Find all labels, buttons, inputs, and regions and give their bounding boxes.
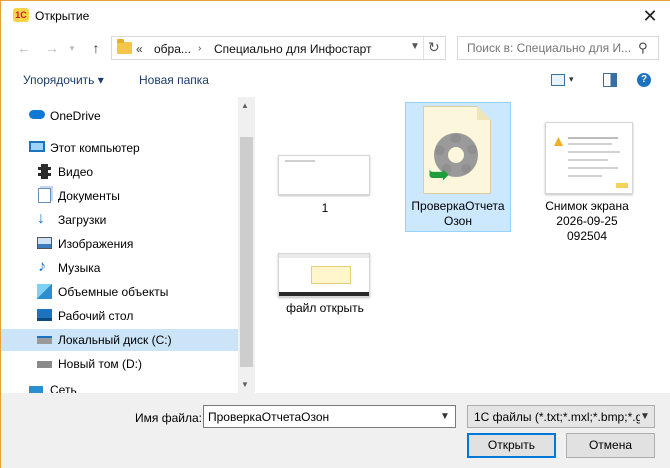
preview-pane-icon[interactable] (603, 73, 617, 87)
sidebar-item-network[interactable]: Сеть (1, 383, 238, 393)
chevron-down-icon[interactable]: ▼ (640, 411, 654, 422)
downloads-icon: ↓ (37, 210, 45, 227)
pictures-icon (37, 237, 52, 249)
search-box[interactable]: ⚲ (457, 36, 659, 60)
file-name: ПроверкаОтчета (411, 199, 505, 213)
title-bar: 1С Открытие ✕ (1, 1, 670, 31)
documents-icon (38, 188, 51, 203)
file-name: файл открыть (286, 301, 364, 315)
new-folder-button[interactable]: Новая папка (139, 73, 209, 87)
sidebar-item-drive-d[interactable]: Новый том (D:) (1, 353, 238, 375)
folder-icon (117, 39, 132, 54)
file-name: 1 (321, 201, 329, 215)
breadcrumb-part-1[interactable]: обра... (154, 42, 191, 56)
view-dropdown-icon[interactable]: ▾ (569, 74, 574, 85)
file-item[interactable]: файл открыть (275, 251, 375, 321)
dialog-footer: Имя файла: ПроверкаОтчетаОзон ▼ 1С файлы… (1, 393, 670, 468)
network-icon (29, 386, 43, 393)
file-item[interactable]: Снимок экрана 2026-09-25 092504 (535, 121, 639, 251)
file-type-1c-icon: ➥ (423, 106, 491, 194)
close-icon[interactable]: ✕ (633, 5, 667, 27)
file-item-selected[interactable]: ➥ ПроверкаОтчета Озон (405, 102, 511, 232)
scroll-down-icon[interactable]: ▼ (241, 380, 249, 389)
file-thumbnail (278, 155, 370, 195)
breadcrumb-part-2[interactable]: Специально для Инфостарт (214, 42, 372, 56)
file-name: Озон (443, 214, 472, 228)
desktop-icon (37, 309, 52, 321)
address-bar[interactable]: « обра... › Специально для Инфостарт ▼ ↻ (111, 36, 446, 60)
sidebar-item-3d-objects[interactable]: Объемные объекты (1, 281, 238, 303)
sidebar-item-desktop[interactable]: Рабочий стол (1, 305, 238, 327)
shortcut-arrow-icon: ➥ (428, 159, 450, 189)
file-name: 2026-09-25 (556, 214, 618, 228)
file-thumbnail (545, 122, 633, 194)
navigation-bar: ← → ▾ ↑ « обра... › Специально для Инфос… (1, 31, 670, 65)
window-title: Открытие (35, 9, 90, 23)
forward-arrow-icon[interactable]: → (41, 37, 63, 59)
filename-input[interactable]: ПроверкаОтчетаОзон (208, 410, 329, 424)
3d-objects-icon (37, 284, 52, 299)
back-arrow-icon[interactable]: ← (13, 37, 35, 59)
drive-icon (37, 336, 52, 344)
filetype-select[interactable]: 1С файлы (*.txt;*.mxl;*.bmp;*.g ▼ (467, 405, 655, 428)
cancel-button[interactable]: Отмена (566, 433, 655, 458)
scroll-up-icon[interactable]: ▲ (241, 101, 249, 110)
video-icon (38, 164, 51, 179)
drive-icon (37, 361, 52, 368)
toolbar: Упорядочить ▾ Новая папка ▾ ? (1, 65, 670, 95)
sidebar-item-onedrive[interactable]: OneDrive (1, 105, 238, 127)
scrollbar-thumb[interactable] (240, 137, 253, 367)
sidebar-item-documents[interactable]: Документы (1, 185, 238, 207)
open-button[interactable]: Открыть (467, 433, 556, 458)
sidebar-scrollbar[interactable]: ▲ ▼ (238, 97, 255, 393)
sidebar-item-drive-c[interactable]: Локальный диск (C:) (1, 329, 238, 351)
navigation-pane: OneDrive Этот компьютер Видео Документы … (1, 97, 238, 393)
music-icon: ♪ (38, 258, 46, 275)
sidebar-item-downloads[interactable]: ↓ Загрузки (1, 209, 238, 231)
computer-icon (29, 141, 45, 152)
view-options-icon[interactable] (551, 74, 565, 86)
cloud-icon (29, 110, 45, 119)
breadcrumb-chevron-icon[interactable]: › (198, 43, 201, 54)
file-thumbnail (278, 253, 370, 297)
refresh-icon[interactable]: ↻ (428, 39, 440, 56)
help-icon[interactable]: ? (637, 73, 651, 87)
file-item[interactable]: 1 (275, 153, 375, 223)
filename-combobox[interactable]: ПроверкаОтчетаОзон ▼ (203, 405, 456, 428)
app-logo-icon: 1С (13, 8, 29, 22)
chevron-down-icon[interactable]: ▼ (440, 411, 450, 422)
file-name: Снимок экрана (545, 199, 629, 213)
sidebar-item-music[interactable]: ♪ Музыка (1, 257, 238, 279)
open-file-dialog: 1С Открытие ✕ ← → ▾ ↑ « обра... › Специа… (0, 0, 670, 468)
filetype-value: 1С файлы (*.txt;*.mxl;*.bmp;*.g (474, 410, 640, 424)
sidebar-item-pictures[interactable]: Изображения (1, 233, 238, 255)
sidebar-item-this-pc[interactable]: Этот компьютер (1, 137, 238, 159)
up-arrow-icon[interactable]: ↑ (85, 37, 107, 59)
address-dropdown-icon[interactable]: ▼ (410, 41, 420, 52)
sidebar-item-video[interactable]: Видео (1, 161, 238, 183)
recent-locations-chevron-icon[interactable]: ▾ (65, 37, 79, 59)
breadcrumb-overflow[interactable]: « (136, 42, 143, 56)
file-name: 092504 (566, 229, 608, 243)
search-icon[interactable]: ⚲ (638, 40, 648, 56)
filename-label: Имя файла: (135, 411, 202, 425)
search-input[interactable] (458, 37, 634, 59)
file-list: 1 ➥ ПроверкаОтчета Озон Снимок экрана 20… (255, 97, 670, 393)
organize-button[interactable]: Упорядочить ▾ (23, 73, 104, 87)
